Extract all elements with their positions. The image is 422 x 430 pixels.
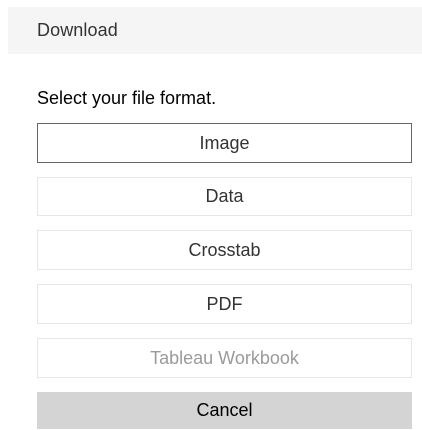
format-tableau-workbook-button: Tableau Workbook (37, 338, 412, 378)
format-crosstab-button[interactable]: Crosstab (37, 230, 412, 270)
format-prompt: Select your file format. (37, 88, 217, 108)
download-dialog: Download Select your file format. Image … (0, 0, 422, 430)
format-image-button[interactable]: Image (37, 123, 412, 163)
format-pdf-button[interactable]: PDF (37, 284, 412, 324)
format-data-button[interactable]: Data (37, 177, 412, 216)
cancel-button[interactable]: Cancel (37, 392, 412, 429)
dialog-header: Download (8, 7, 422, 54)
dialog-title: Download (37, 20, 118, 40)
